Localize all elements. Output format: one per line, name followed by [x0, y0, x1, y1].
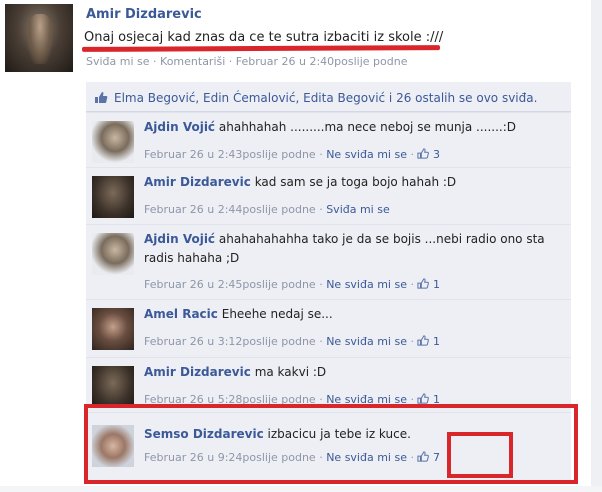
comment-like-action[interactable]: Sviđa mi se	[326, 203, 390, 216]
comment-item: Amel Racic Eheehe nedaj se... Februar 26…	[86, 299, 571, 357]
comment-author[interactable]: Amir Dizdarevic	[144, 175, 251, 189]
post-text: Onaj osjecaj kad znas da ce te sutra izb…	[84, 30, 444, 45]
comment-meta: Februar 26 u 2:43poslije podne · Ne sviđ…	[144, 148, 440, 161]
comment-time[interactable]: Februar 26 u 2:43poslije podne	[144, 148, 316, 161]
comment-content: Amel Racic Eheehe nedaj se...	[144, 307, 333, 321]
thumbs-up-icon	[417, 148, 430, 159]
red-underline-annotation	[81, 45, 441, 52]
avatar[interactable]	[92, 233, 134, 275]
likes-summary-text: Elma Begović, Edin Ćemalović, Edita Bego…	[114, 91, 538, 105]
comment-like-count[interactable]: 1	[417, 335, 440, 348]
comment-meta: Februar 26 u 2:45poslije podne · Ne sviđ…	[144, 278, 440, 291]
comment-like-action[interactable]: Ne sviđa mi se	[326, 278, 407, 291]
comment-meta: Februar 26 u 2:44poslije podne · Sviđa m…	[144, 203, 390, 216]
avatar[interactable]	[92, 366, 134, 408]
comment-text: ahahhahah .........ma nece neboj se munj…	[218, 120, 517, 134]
facebook-post: Amir Dizdarevic Onaj osjecaj kad znas da…	[0, 0, 602, 492]
likes-summary[interactable]: Elma Begović, Edin Ćemalović, Edita Bego…	[86, 82, 571, 112]
comment-text-continued: radis hahaha ;D	[144, 251, 240, 265]
comment-author[interactable]: Ajdin Vojić	[144, 120, 215, 134]
thumbs-up-icon	[94, 91, 108, 107]
avatar[interactable]	[92, 176, 134, 218]
comment-like-count[interactable]: 3	[417, 148, 440, 161]
post-meta: Sviđa mi se · Komentariši · Februar 26 u…	[86, 55, 408, 68]
comment-content: Amir Dizdarevic ma kakvi :D	[144, 365, 326, 379]
comment-author[interactable]: Amel Racic	[144, 307, 218, 321]
comment-content: Ajdin Vojić ahahahahahha tako je da se b…	[144, 232, 545, 246]
comment-like-count[interactable]: 1	[417, 278, 440, 291]
comment-text: ahahahahahha tako je da se bojis ...nebi…	[218, 232, 545, 246]
comment-like-action[interactable]: Ne sviđa mi se	[326, 148, 407, 161]
thumbs-up-icon	[417, 278, 430, 289]
comment-item: Amir Dizdarevic ma kakvi :D Februar 26 u…	[86, 357, 571, 408]
comment-item: Ajdin Vojić ahahahahahha tako je da se b…	[86, 224, 571, 299]
thumbs-up-icon	[417, 335, 430, 346]
avatar[interactable]	[92, 308, 134, 350]
comment-content: Amir Dizdarevic kad sam se ja toga bojo …	[144, 175, 456, 189]
comment-text: Eheehe nedaj se...	[221, 307, 333, 321]
comment-time[interactable]: Februar 26 u 2:45poslije podne	[144, 278, 316, 291]
comment-author[interactable]: Amir Dizdarevic	[144, 365, 251, 379]
comment-meta: Februar 26 u 3:12poslije podne · Ne sviđ…	[144, 335, 440, 348]
right-edge	[591, 0, 602, 492]
comment-text: ma kakvi :D	[254, 365, 327, 379]
comment-text: kad sam se ja toga bojo hahah :D	[254, 175, 457, 189]
comment-like-action[interactable]: Ne sviđa mi se	[326, 335, 407, 348]
comment-item: Amir Dizdarevic kad sam se ja toga bojo …	[86, 167, 571, 224]
author-avatar[interactable]	[5, 4, 73, 72]
bottom-edge	[0, 486, 602, 492]
comment-content: Ajdin Vojić ahahhahah .........ma nece n…	[144, 120, 516, 134]
comment-time[interactable]: Februar 26 u 3:12poslije podne	[144, 335, 316, 348]
avatar[interactable]	[92, 121, 134, 163]
comment-item: Ajdin Vojić ahahhahah .........ma nece n…	[86, 112, 571, 167]
post-author-name[interactable]: Amir Dizdarevic	[86, 7, 202, 22]
comment-time[interactable]: Februar 26 u 2:44poslije podne	[144, 203, 316, 216]
thumbs-up-icon	[417, 393, 430, 404]
comment-author[interactable]: Ajdin Vojić	[144, 232, 215, 246]
red-highlight-likes-box	[447, 432, 513, 478]
